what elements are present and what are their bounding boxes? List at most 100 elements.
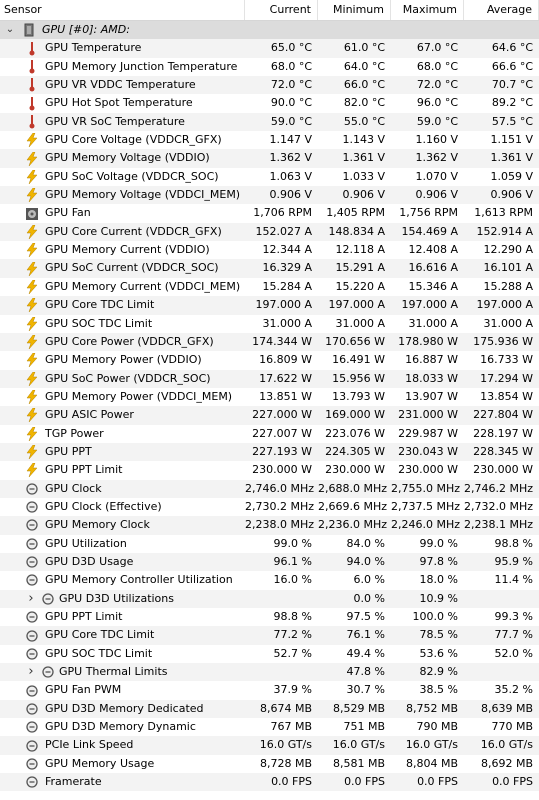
group-row-gpu[interactable]: ⌄ GPU [#0]: AMD:: [0, 21, 539, 40]
chevron-right-icon[interactable]: ›: [25, 663, 37, 681]
sensor-row[interactable]: GPU VR VDDC Temperature 72.0 °C 66.0 °C 72.…: [0, 76, 539, 95]
chevron-right-icon[interactable]: ›: [25, 590, 37, 608]
sensor-row[interactable]: GPU Core Voltage (VDDCR_GFX) 1.147 V 1.143…: [0, 131, 539, 149]
sensor-row[interactable]: GPU D3D Usage 96.1 % 94.0 % 97.8 % 95.9 %: [0, 552, 539, 572]
sensor-row[interactable]: GPU Hot Spot Temperature 90.0 °C 82.0 °C 96…: [0, 94, 539, 112]
column-current[interactable]: Current: [245, 0, 318, 20]
value-current: 230.000 W: [252, 463, 312, 477]
value-maximum: 82.9 %: [419, 665, 458, 679]
gauge-icon: [41, 665, 55, 679]
sensor-row[interactable]: GPU Core TDC Limit 77.2 % 76.1 % 78.5 % 77.7…: [0, 626, 539, 645]
sensor-row[interactable]: GPU Utilization 99.0 % 84.0 % 99.0 % 98.8 %: [0, 535, 539, 553]
sensor-row[interactable]: GPU PPT Limit 230.000 W 230.000 W 230.000 W…: [0, 461, 539, 479]
value-average: 31.000 A: [483, 316, 533, 330]
sensor-row[interactable]: Framerate 0.0 FPS 0.0 FPS 0.0 FPS 0.0 FPS: [0, 773, 539, 792]
sensor-label: GPU Memory Power (VDDIO): [45, 353, 202, 367]
gauge-icon: [25, 647, 39, 661]
value-average: 16.733 W: [480, 353, 533, 367]
sensor-label: GPU SoC Voltage (VDDCR_SOC): [45, 169, 219, 183]
value-average: 1.059 V: [490, 169, 533, 183]
sensor-row[interactable]: GPU SoC Voltage (VDDCR_SOC) 1.063 V 1.033 …: [0, 168, 539, 186]
value-minimum: 0.0 %: [353, 591, 385, 605]
sensor-row[interactable]: GPU D3D Memory Dedicated 8,674 MB 8,529 MB…: [0, 699, 539, 719]
sensor-row[interactable]: GPU Core Power (VDDCR_GFX) 174.344 W 170.6…: [0, 332, 539, 352]
sensor-row[interactable]: GPU Memory Voltage (VDDIO) 1.362 V 1.361 V…: [0, 149, 539, 168]
sensor-label: GPU SOC TDC Limit: [45, 316, 153, 330]
gauge-icon: [25, 720, 39, 734]
sensor-row[interactable]: GPU Memory Voltage (VDDCI_MEM) 0.906 V 0.9…: [0, 186, 539, 205]
value-current: 16.329 A: [262, 261, 312, 275]
thermometer-icon: [25, 59, 39, 74]
sensor-row[interactable]: GPU Memory Junction Temperature 68.0 °C 64…: [0, 58, 539, 76]
sensor-row[interactable]: GPU Fan 1,706 RPM 1,405 RPM 1,756 RPM 1,613 …: [0, 204, 539, 222]
sensor-row[interactable]: GPU Memory Current (VDDIO) 12.344 A 12.118…: [0, 241, 539, 259]
value-maximum: 1.362 V: [415, 151, 458, 165]
value-maximum: 12.408 A: [408, 243, 458, 257]
sensor-label: GPU VR VDDC Temperature: [45, 78, 196, 92]
sensor-row[interactable]: › GPU D3D Utilizations 0.0 % 10.9 %: [0, 589, 539, 608]
sensor-row[interactable]: GPU SoC Power (VDDCR_SOC) 17.622 W 15.956 …: [0, 369, 539, 388]
sensor-row[interactable]: GPU Fan PWM 37.9 % 30.7 % 38.5 % 35.2 %: [0, 681, 539, 699]
sensor-row[interactable]: TGP Power 227.007 W 223.076 W 229.987 W 228.…: [0, 425, 539, 443]
sensor-row[interactable]: GPU Memory Current (VDDCI_MEM) 15.284 A 15…: [0, 278, 539, 296]
value-minimum: 49.4 %: [346, 646, 385, 660]
value-maximum: 38.5 %: [419, 683, 458, 697]
lightning-bolt-icon: [25, 151, 39, 166]
value-current: 13.851 W: [259, 389, 312, 403]
sensor-row[interactable]: GPU Clock (Effective) 2,730.2 MHz 2,669.6 …: [0, 498, 539, 516]
value-minimum: 1.143 V: [342, 133, 385, 147]
sensor-row[interactable]: GPU Core TDC Limit 197.000 A 197.000 A 197.…: [0, 296, 539, 315]
column-sensor[interactable]: Sensor: [0, 0, 245, 20]
sensor-label: GPU Core Voltage (VDDCR_GFX): [45, 133, 222, 147]
sensor-label: GPU Temperature: [45, 41, 142, 55]
sensor-label: PCIe Link Speed: [45, 738, 134, 752]
sensor-row[interactable]: GPU Core Current (VDDCR_GFX) 152.027 A 148…: [0, 222, 539, 242]
lightning-bolt-icon: [25, 371, 39, 386]
sensor-row[interactable]: GPU SOC TDC Limit 31.000 A 31.000 A 31.000 …: [0, 315, 539, 333]
sensor-row[interactable]: GPU SoC Current (VDDCR_SOC) 16.329 A 15.29…: [0, 259, 539, 278]
sensor-row[interactable]: GPU Memory Usage 8,728 MB 8,581 MB 8,804 MB…: [0, 755, 539, 773]
value-average: 152.914 A: [476, 224, 533, 238]
value-average: [464, 663, 539, 681]
sensor-row[interactable]: GPU ASIC Power 227.000 W 169.000 W 231.000 …: [0, 406, 539, 425]
sensor-row[interactable]: GPU Memory Power (VDDCI_MEM) 13.851 W 13.7…: [0, 388, 539, 406]
sensor-row[interactable]: PCIe Link Speed 16.0 GT/s 16.0 GT/s 16.0 GT…: [0, 736, 539, 755]
value-current: 152.027 A: [255, 224, 312, 238]
chevron-down-icon[interactable]: ⌄: [4, 21, 16, 39]
sensor-row[interactable]: GPU PPT 227.193 W 224.305 W 230.043 W 228.34…: [0, 442, 539, 462]
sensor-row[interactable]: › GPU Thermal Limits 47.8 % 82.9 %: [0, 663, 539, 682]
sensor-row[interactable]: GPU VR SoC Temperature 59.0 °C 55.0 °C 59.0…: [0, 112, 539, 132]
sensor-row[interactable]: GPU Temperature 65.0 °C 61.0 °C 67.0 °C 64.6…: [0, 39, 539, 58]
sensor-row[interactable]: GPU D3D Memory Dynamic 767 MB 751 MB 790 MB…: [0, 718, 539, 736]
column-minimum[interactable]: Minimum: [318, 0, 391, 20]
value-minimum: 0.906 V: [342, 188, 385, 202]
value-current: 16.809 W: [259, 353, 312, 367]
value-average: 16.0 GT/s: [480, 738, 533, 752]
lightning-bolt-icon: [25, 463, 39, 478]
value-minimum: 64.0 °C: [343, 59, 385, 73]
value-current: 72.0 °C: [270, 78, 312, 92]
value-current: [245, 590, 318, 608]
lightning-bolt-icon: [25, 169, 39, 184]
sensor-row[interactable]: GPU PPT Limit 98.8 % 97.5 % 100.0 % 99.3 %: [0, 608, 539, 626]
fan-icon: [25, 207, 39, 221]
column-average[interactable]: Average: [464, 0, 539, 20]
lightning-bolt-icon: [25, 133, 39, 148]
sensor-row[interactable]: GPU Clock 2,746.0 MHz 2,688.0 MHz 2,755.0 M…: [0, 479, 539, 498]
sensor-row[interactable]: GPU Memory Power (VDDIO) 16.809 W 16.491 W…: [0, 351, 539, 369]
column-maximum[interactable]: Maximum: [391, 0, 464, 20]
value-current: [245, 663, 318, 681]
sensor-label: GPU VR SoC Temperature: [45, 114, 185, 128]
value-minimum: 55.0 °C: [343, 114, 385, 128]
value-maximum: 10.9 %: [419, 591, 458, 605]
value-maximum: 8,804 MB: [405, 756, 458, 770]
value-minimum: 13.793 W: [332, 389, 385, 403]
thermometer-icon: [25, 96, 39, 111]
value-maximum: 0.0 FPS: [417, 775, 458, 789]
sensor-row[interactable]: GPU Memory Controller Utilization 16.0 % 6…: [0, 571, 539, 589]
thermometer-icon: [25, 41, 39, 56]
sensor-row[interactable]: GPU SOC TDC Limit 52.7 % 49.4 % 53.6 % 52.0 …: [0, 645, 539, 663]
value-maximum: 2,737.5 MHz: [391, 499, 461, 513]
sensor-row[interactable]: GPU Memory Clock 2,238.0 MHz 2,236.0 MHz 2,…: [0, 516, 539, 535]
sensor-label: GPU Thermal Limits: [59, 665, 168, 679]
